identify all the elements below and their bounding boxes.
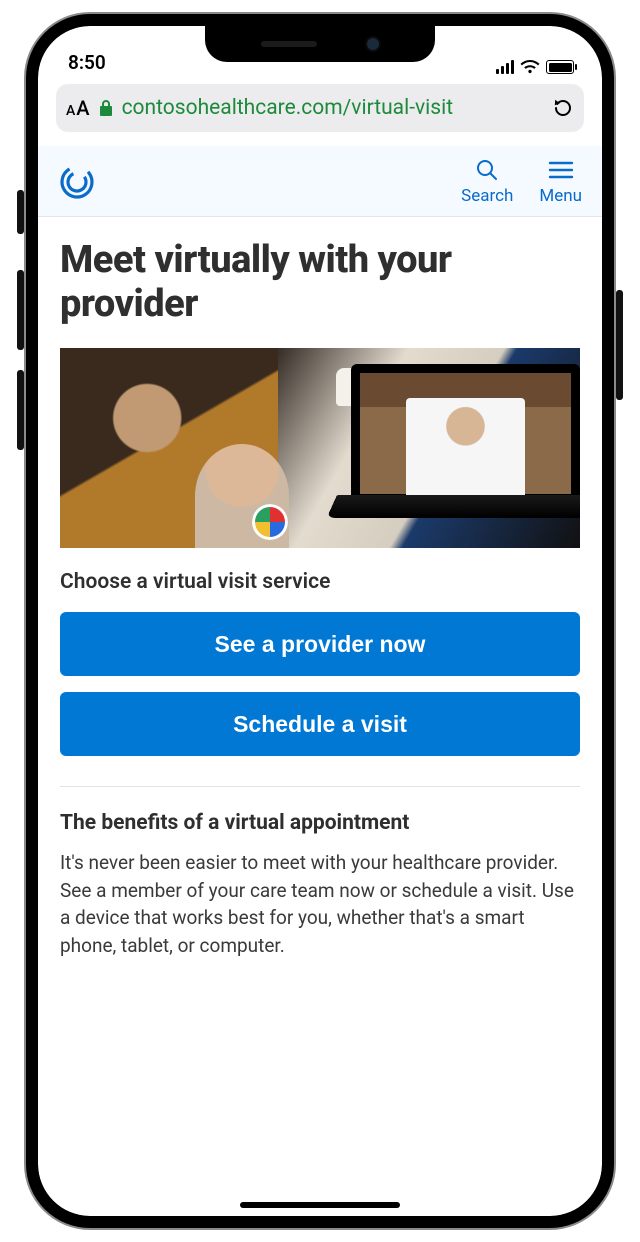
search-icon bbox=[475, 158, 499, 182]
main-content: Meet virtually with your provider Choose… bbox=[38, 217, 602, 960]
benefits-body: It's never been easier to meet with your… bbox=[60, 849, 580, 959]
reload-icon[interactable] bbox=[552, 97, 574, 119]
phone-speaker bbox=[261, 41, 317, 47]
lock-icon bbox=[98, 99, 114, 117]
cellular-signal-icon bbox=[496, 60, 514, 74]
section-divider bbox=[60, 786, 580, 787]
phone-notch bbox=[205, 26, 435, 62]
phone-frame: 8:50 AA contosohealthcare.com/v bbox=[26, 14, 614, 1228]
phone-screen: 8:50 AA contosohealthcare.com/v bbox=[38, 26, 602, 1216]
schedule-visit-button[interactable]: Schedule a visit bbox=[60, 692, 580, 756]
site-logo[interactable] bbox=[58, 163, 96, 201]
page-title: Meet virtually with your provider bbox=[60, 239, 580, 326]
see-provider-now-button[interactable]: See a provider now bbox=[60, 612, 580, 676]
hamburger-icon bbox=[548, 158, 574, 182]
browser-chrome: AA contosohealthcare.com/virtual-visit bbox=[38, 80, 602, 146]
header-actions: Search Menu bbox=[461, 158, 582, 206]
menu-button[interactable]: Menu bbox=[539, 158, 582, 206]
url-text[interactable]: contosohealthcare.com/virtual-visit bbox=[122, 96, 544, 120]
phone-silence-switch bbox=[17, 190, 24, 234]
phone-front-camera bbox=[367, 38, 379, 50]
phone-volume-down bbox=[17, 370, 24, 450]
phone-volume-up bbox=[17, 270, 24, 350]
search-label: Search bbox=[461, 186, 513, 206]
status-time: 8:50 bbox=[68, 51, 106, 74]
hero-image bbox=[60, 348, 580, 548]
service-section-label: Choose a virtual visit service bbox=[60, 570, 580, 594]
reader-text-size-button[interactable]: AA bbox=[66, 96, 90, 120]
status-right bbox=[496, 60, 574, 74]
menu-label: Menu bbox=[539, 186, 582, 206]
benefits-title: The benefits of a virtual appointment bbox=[60, 811, 580, 835]
site-header: Search Menu bbox=[38, 146, 602, 217]
phone-power-button bbox=[616, 290, 623, 400]
battery-icon bbox=[546, 60, 574, 74]
wifi-icon bbox=[520, 60, 540, 74]
search-button[interactable]: Search bbox=[461, 158, 513, 206]
home-indicator[interactable] bbox=[240, 1202, 400, 1208]
address-bar[interactable]: AA contosohealthcare.com/virtual-visit bbox=[56, 84, 584, 132]
